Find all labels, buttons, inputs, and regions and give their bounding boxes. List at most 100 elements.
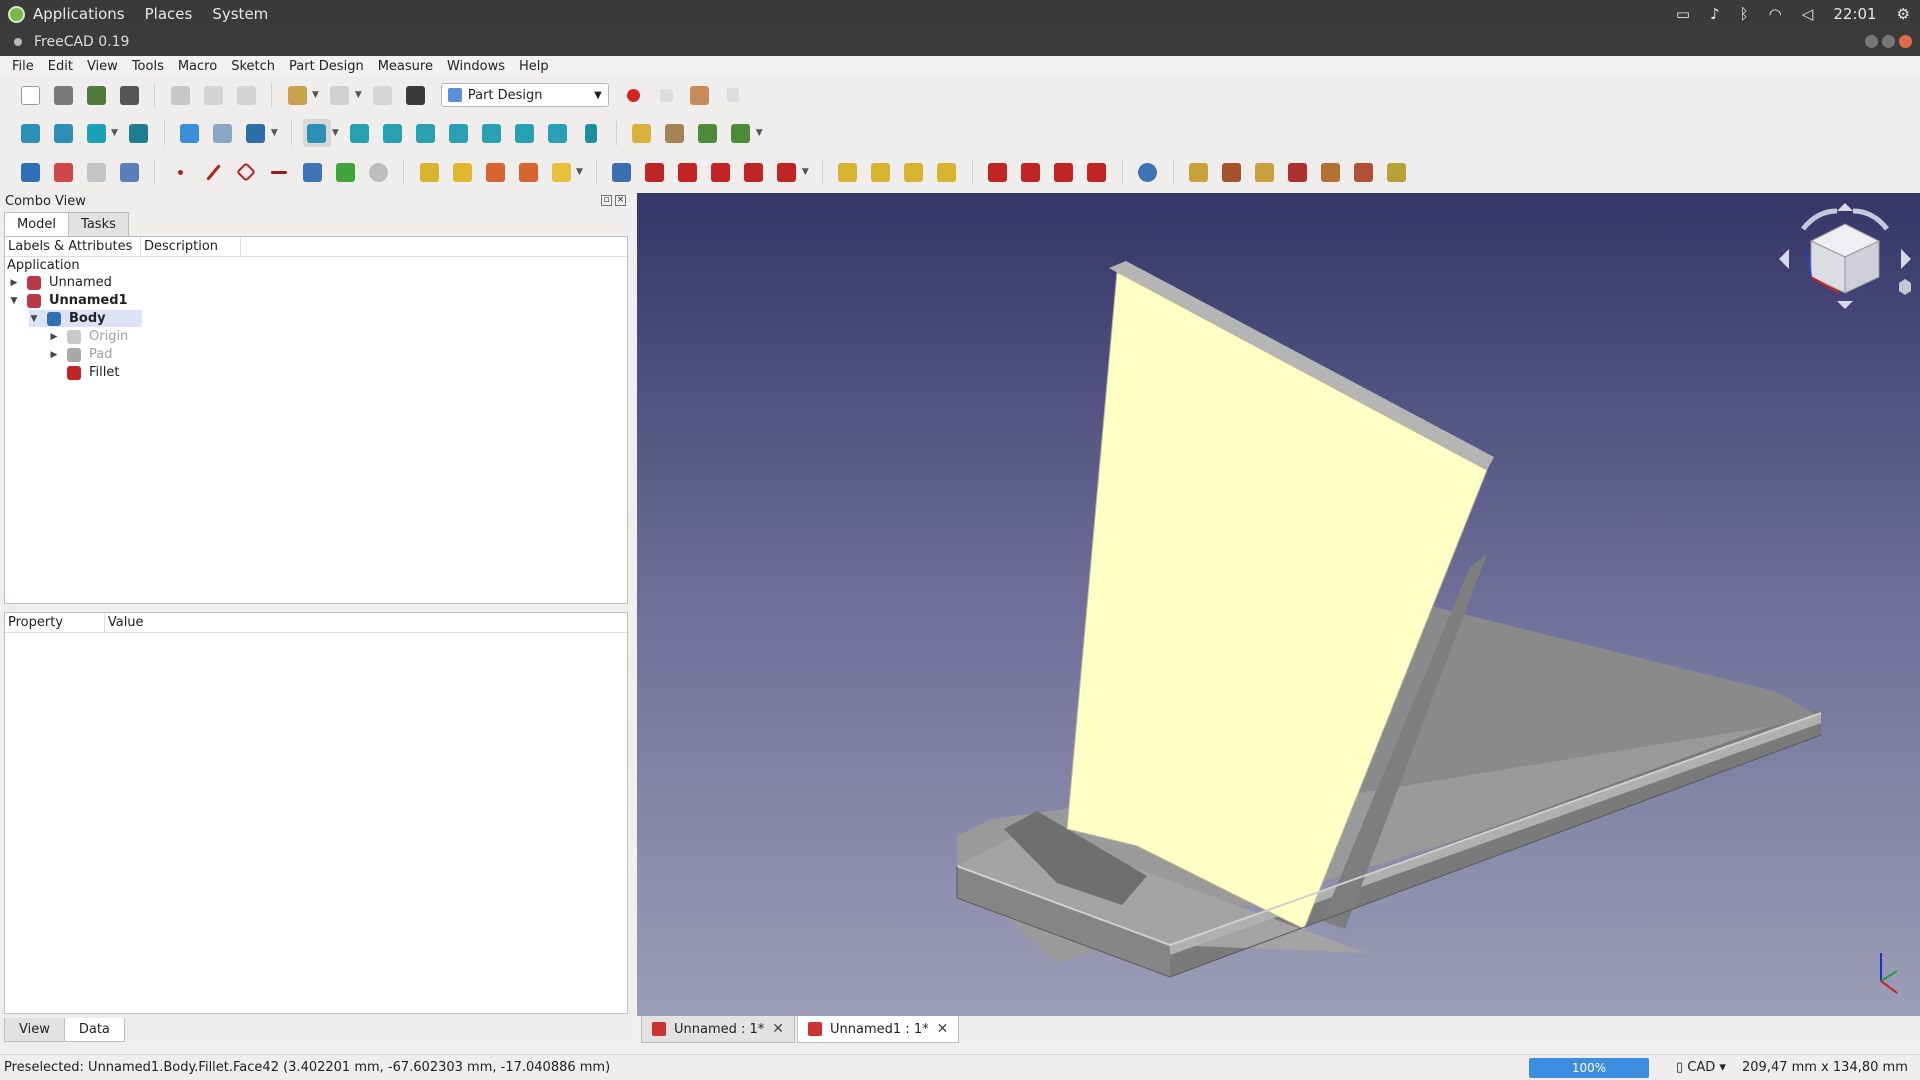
workbench-selector[interactable]: Part Design ▼ — [440, 83, 609, 107]
local-coordinate-system-button[interactable] — [265, 158, 293, 186]
navigation-style-selector[interactable]: ▯ CAD ▾ — [1676, 1060, 1726, 1075]
measure-toggle-all-button[interactable] — [1383, 158, 1411, 186]
menu-part-design[interactable]: Part Design — [289, 59, 364, 74]
menu-tools[interactable]: Tools — [132, 59, 164, 74]
groove-button[interactable] — [674, 158, 702, 186]
back-button[interactable] — [176, 119, 204, 147]
additive-pipe-button[interactable] — [514, 158, 542, 186]
measure-linear-button[interactable] — [1185, 158, 1213, 186]
tree-item-pad[interactable]: ▶ Pad — [49, 346, 113, 363]
view-bottom-button[interactable] — [511, 119, 539, 147]
view-rear-button[interactable] — [478, 119, 506, 147]
volume-icon[interactable]: ◁ — [1802, 5, 1814, 23]
close-button[interactable] — [1899, 35, 1912, 48]
expand-arrow-icon[interactable]: ▶ — [9, 278, 19, 288]
validate-sketch-button[interactable] — [82, 158, 110, 186]
navigation-cube[interactable] — [1777, 199, 1913, 319]
window-menu-icon[interactable] — [14, 38, 22, 46]
link-dropdown-arrow[interactable]: ▼ — [756, 128, 763, 138]
monitor-icon[interactable]: ▭ — [1676, 5, 1690, 23]
additive-loft-button[interactable] — [481, 158, 509, 186]
forward-button[interactable] — [209, 119, 237, 147]
system-menu[interactable]: System — [212, 5, 268, 23]
revolution-button[interactable] — [448, 158, 476, 186]
expand-arrow-icon[interactable]: ▶ — [49, 350, 59, 360]
view-isometric-button[interactable] — [346, 119, 374, 147]
hole-button[interactable] — [641, 158, 669, 186]
tab-model[interactable]: Model — [4, 212, 70, 236]
measure-toggle-delta-button[interactable] — [1350, 158, 1378, 186]
copy-button[interactable] — [199, 81, 227, 109]
places-menu[interactable]: Places — [145, 5, 193, 23]
close-panel-button[interactable]: × — [615, 195, 626, 206]
measure-distance-button[interactable] — [577, 119, 605, 147]
refresh-button[interactable] — [369, 81, 397, 109]
undo-button[interactable] — [283, 81, 311, 109]
measure-clear-button[interactable] — [1284, 158, 1312, 186]
column-labels-attributes[interactable]: Labels & Attributes — [5, 237, 141, 256]
boolean-button[interactable] — [1134, 158, 1162, 186]
nav-arrow-right-icon[interactable] — [1901, 249, 1911, 269]
shape-binder-button[interactable] — [115, 158, 143, 186]
redo-dropdown-arrow[interactable]: ▼ — [355, 90, 362, 100]
minimize-button[interactable] — [1865, 35, 1878, 48]
nav-rotate-right-icon[interactable] — [1852, 208, 1889, 231]
collapse-arrow-icon[interactable]: ▼ — [9, 296, 19, 306]
subtractive-primitive-dropdown-arrow[interactable]: ▼ — [802, 167, 809, 177]
macro-stop-button[interactable] — [653, 81, 681, 109]
measure-refresh-button[interactable] — [1251, 158, 1279, 186]
phone-stand-model[interactable] — [637, 193, 1920, 1016]
datum-line-button[interactable] — [199, 158, 227, 186]
tree-item-origin[interactable]: ▶ Origin — [49, 328, 129, 345]
clock[interactable]: 22:01 — [1833, 5, 1876, 23]
draw-style-dropdown-arrow[interactable]: ▼ — [111, 128, 118, 138]
wifi-icon[interactable]: ◠ — [1769, 5, 1782, 23]
tab-view[interactable]: View — [4, 1018, 65, 1042]
collapse-arrow-icon[interactable]: ▼ — [29, 314, 39, 324]
fit-selection-button[interactable] — [49, 119, 77, 147]
close-icon[interactable]: ✕ — [937, 1021, 949, 1037]
bluetooth-icon[interactable]: ᛒ — [1740, 5, 1749, 23]
cut-button[interactable] — [166, 81, 194, 109]
mirrored-button[interactable] — [834, 158, 862, 186]
nav-arrow-left-icon[interactable] — [1779, 249, 1789, 269]
linear-pattern-button[interactable] — [867, 158, 895, 186]
subtractive-loft-button[interactable] — [707, 158, 735, 186]
monkey-button[interactable] — [364, 158, 392, 186]
subtractive-primitive-button[interactable] — [773, 158, 801, 186]
view-right-button[interactable] — [445, 119, 473, 147]
column-property[interactable]: Property — [5, 613, 105, 632]
additive-primitive-dropdown-arrow[interactable]: ▼ — [576, 167, 583, 177]
thickness-button[interactable] — [1083, 158, 1111, 186]
tab-tasks[interactable]: Tasks — [68, 212, 129, 236]
view-front-button[interactable] — [379, 119, 407, 147]
polar-pattern-button[interactable] — [900, 158, 928, 186]
multi-transform-button[interactable] — [933, 158, 961, 186]
float-panel-button[interactable]: ▫ — [601, 195, 612, 206]
tab-data[interactable]: Data — [63, 1018, 125, 1042]
datum-plane-button[interactable] — [232, 158, 260, 186]
create-group-button[interactable] — [661, 119, 689, 147]
tree-item-body[interactable]: ▼ Body — [29, 310, 142, 327]
view-left-button[interactable] — [544, 119, 572, 147]
chamfer-button[interactable] — [1017, 158, 1045, 186]
save-button[interactable] — [82, 81, 110, 109]
gear-icon[interactable]: ⚙ — [1897, 5, 1910, 23]
nav-arrow-down-icon[interactable] — [1837, 301, 1853, 309]
menu-view[interactable]: View — [87, 59, 118, 74]
view-top-button[interactable] — [412, 119, 440, 147]
create-sketch-button[interactable] — [49, 158, 77, 186]
expand-arrow-icon[interactable]: ▶ — [49, 332, 59, 342]
create-body-button[interactable] — [16, 158, 44, 186]
macro-execute-button[interactable] — [719, 81, 747, 109]
measure-toggle-3d-button[interactable] — [1317, 158, 1345, 186]
redo-button[interactable] — [326, 81, 354, 109]
column-description[interactable]: Description — [141, 237, 241, 256]
open-button[interactable] — [49, 81, 77, 109]
undo-dropdown-arrow[interactable]: ▼ — [312, 90, 319, 100]
zoom-dropdown-arrow[interactable]: ▼ — [332, 128, 339, 138]
paste-button[interactable] — [232, 81, 260, 109]
new-document-button[interactable] — [16, 81, 44, 109]
doc-tab-unnamed1[interactable]: Unnamed1 : 1* ✕ — [797, 1016, 960, 1043]
3d-viewport[interactable] — [637, 193, 1920, 1016]
